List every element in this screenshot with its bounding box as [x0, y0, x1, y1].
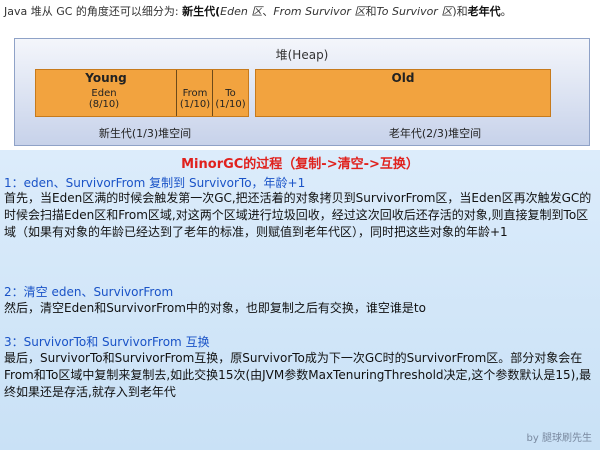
step1-title: 1：eden、SurvivorFrom 复制到 SurvivorTo，年龄+1 [4, 176, 306, 190]
from-ratio: (1/10) [179, 99, 211, 110]
eden-ratio: (8/10) [88, 99, 120, 110]
from-name: From [182, 88, 208, 99]
from-area-text: From Survivor 区 [273, 5, 366, 18]
minorgc-heading: MinorGC的过程（复制->清空->互换） [181, 157, 419, 172]
intro-prefix: Java 堆从 GC 的角度还可以细分为: [4, 5, 179, 18]
young-gen-label: 新生代 [182, 5, 216, 18]
intro-text: Java 堆从 GC 的角度还可以细分为: 新生代(Eden 区、From Su… [4, 4, 594, 19]
step2-body: 然后，清空Eden和SurvivorFrom中的对象，也即复制之后有交换，谁空谁… [4, 301, 426, 315]
step1-body: 首先，当Eden区满的时候会触发第一次GC,把还活着的对象拷贝到Survivor… [4, 191, 592, 239]
young-caption: 新生代(1/3)堆空间 [98, 127, 192, 140]
intro-conj: 和 [365, 5, 377, 18]
step3-body: 最后，SurvivorTo和SurvivorFrom互换，原SurvivorTo… [4, 351, 592, 399]
intro-end: 。 [500, 5, 512, 18]
heap-label: 堆(Heap) [275, 48, 329, 62]
young-generation-block: Young Eden (8/10) From (1/10) To (1/10) [35, 69, 249, 117]
to-ratio: (1/10) [215, 99, 246, 110]
to-zone: To (1/10) [213, 88, 248, 110]
watermark: by 腿球刷先生 [526, 433, 592, 444]
step3-title: 3：SurvivorTo和 SurvivorFrom 互换 [4, 335, 210, 349]
eden-zone: Eden (8/10) [40, 88, 168, 110]
top-panel: Java 堆从 GC 的角度还可以细分为: 新生代(Eden 区、From Su… [0, 0, 600, 150]
old-caption: 老年代(2/3)堆空间 [388, 127, 482, 140]
to-area-text: To Survivor 区 [376, 5, 453, 18]
old-title: Old [391, 71, 415, 85]
from-zone: From (1/10) [177, 88, 213, 110]
old-gen-label: 老年代 [467, 5, 501, 18]
old-generation-block: Old [255, 69, 551, 117]
intro-sep: 、 [262, 5, 274, 18]
young-title: Young [85, 71, 127, 85]
eden-area-text: Eden 区 [220, 5, 263, 18]
step2-title: 2：清空 eden、SurvivorFrom [4, 285, 174, 299]
to-name: To [225, 88, 236, 99]
explanation-panel: MinorGC的过程（复制->清空->互换） 1：eden、SurvivorFr… [0, 150, 600, 450]
heap-diagram: 堆(Heap) Young Eden (8/10) From (1/10) To… [14, 38, 590, 146]
intro-suffix: )和 [452, 5, 468, 18]
eden-name: Eden [91, 88, 117, 99]
